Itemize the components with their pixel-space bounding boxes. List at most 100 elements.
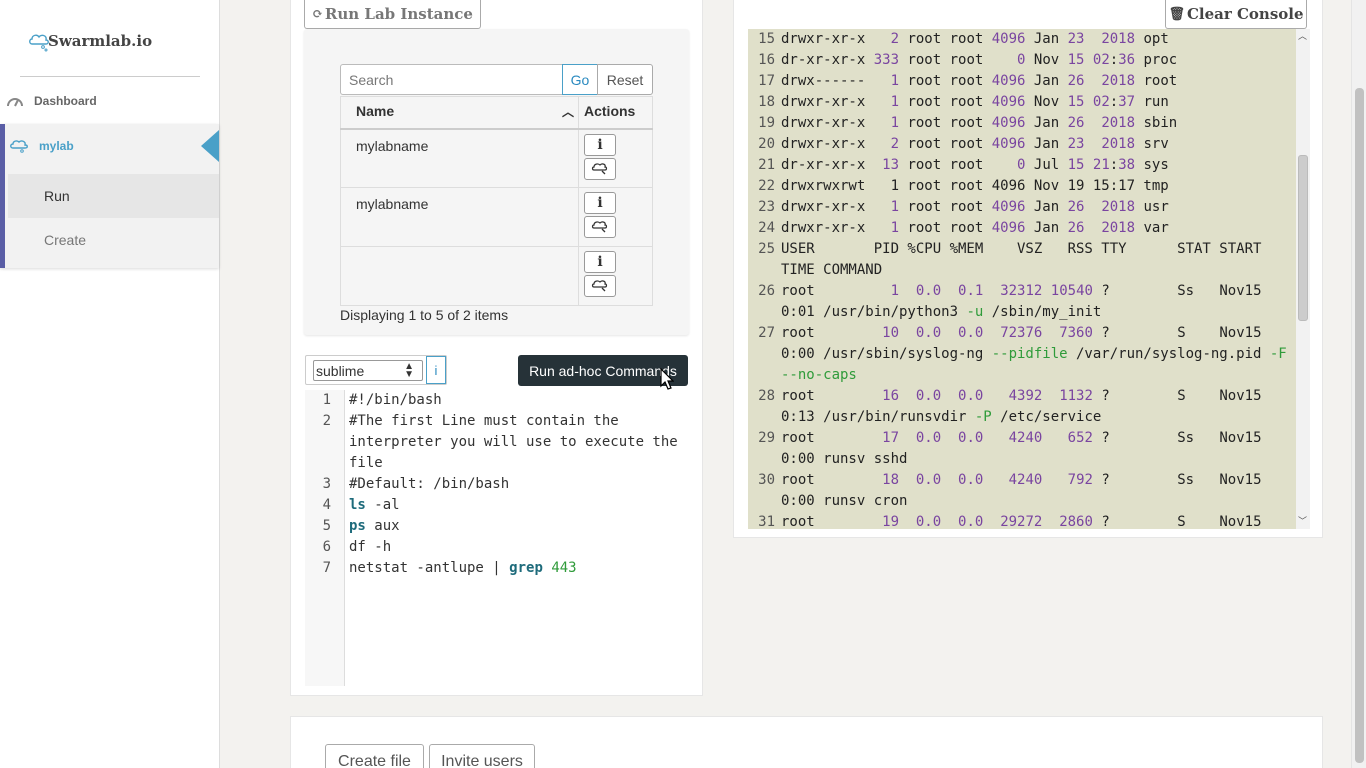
info-button[interactable]: i — [584, 133, 616, 156]
scrollbar-thumb[interactable] — [1355, 88, 1364, 763]
console-line-number: 24 — [758, 220, 775, 236]
console-line-number: 31 — [758, 514, 775, 529]
console-line: 16 dr-xr-xr-x 333 root root 0 Nov 15 02:3… — [748, 50, 1296, 71]
editor-info-button[interactable]: i — [426, 356, 446, 384]
console-line: 26 root 1 0.0 0.1 32312 10540 ? Ss Nov15 — [748, 281, 1296, 302]
console-line: TIME COMMAND — [748, 260, 1296, 281]
clear-console-button[interactable]: 🗑 Clear Console — [1165, 0, 1307, 29]
code-editor[interactable]: 1 #!/bin/bash 2 #The first Line must con… — [305, 390, 688, 686]
console-line: 0:13 /usr/bin/runsvdir -P /etc/service — [748, 407, 1296, 428]
search-input[interactable] — [340, 64, 563, 95]
console-line-text: drwxr-xr-x 2 root root 4096 Jan 23 2018 … — [781, 31, 1169, 47]
console-line: 20 drwxr-xr-x 2 root root 4096 Jan 23 201… — [748, 134, 1296, 155]
instance-name-cell — [340, 246, 579, 306]
sidebar-item-create[interactable]: Create — [8, 218, 219, 262]
console-line-number: 29 — [758, 430, 775, 446]
console-line: 0:00 runsv cron — [748, 491, 1296, 512]
go-button[interactable]: Go — [562, 64, 598, 95]
cloud-icon — [10, 140, 28, 153]
console-line-text: dr-xr-xr-x 333 root root 0 Nov 15 02:36 … — [781, 52, 1178, 68]
console-line-text: drwxr-xr-x 2 root root 4096 Jan 23 2018 … — [781, 136, 1169, 152]
dashboard-icon — [7, 98, 23, 107]
column-header-actions: Actions — [578, 96, 653, 130]
code-text: ls -al — [349, 497, 400, 513]
connect-button[interactable] — [584, 275, 616, 297]
line-number: 4 — [322, 497, 331, 513]
clear-console-label: Clear Console — [1186, 5, 1304, 23]
console-line-number: 27 — [758, 325, 775, 341]
run-lab-instance-button[interactable]: ⟳ Run Lab Instance — [304, 0, 481, 29]
sidebar-item-run[interactable]: Run — [8, 174, 219, 218]
info-button[interactable]: i — [584, 251, 616, 273]
logo-text: Swarmlab.io — [48, 32, 153, 50]
code-text: netstat -antlupe | grep 443 — [349, 560, 577, 576]
console-line-text: drwxr-xr-x 1 root root 4096 Jan 26 2018 … — [781, 199, 1169, 215]
page-scrollbar[interactable] — [1351, 0, 1366, 768]
console-line-number: 21 — [758, 157, 775, 173]
console-line-number: 18 — [758, 94, 775, 110]
scrollbar-thumb[interactable] — [1298, 155, 1308, 321]
console-line: --no-caps — [748, 365, 1296, 386]
cloud-search-icon — [591, 280, 608, 292]
active-caret-icon — [201, 130, 219, 162]
invite-users-button[interactable]: Invite users — [429, 744, 535, 768]
console-line-text: 0:13 /usr/bin/runsvdir -P /etc/service — [781, 409, 1102, 425]
table-row: mylabname i — [340, 128, 653, 188]
console-line: 19 drwxr-xr-x 1 root root 4096 Jan 26 201… — [748, 113, 1296, 134]
console-line: 0:00 runsv sshd — [748, 449, 1296, 470]
console-line: 21 dr-xr-xr-x 13 root root 0 Jul 15 21:38… — [748, 155, 1296, 176]
code-text: df -h — [349, 539, 392, 555]
console-line-number: 19 — [758, 115, 775, 131]
console-line-number: 30 — [758, 472, 775, 488]
sort-ascending-icon[interactable]: ︿ — [562, 103, 574, 120]
console-line-text: root 16 0.0 0.0 4392 1132 ? S Nov15 — [781, 388, 1262, 404]
console-line-text: root 17 0.0 0.0 4240 652 ? Ss Nov15 — [781, 430, 1262, 446]
scroll-up-icon[interactable]: ︿ — [1298, 29, 1307, 42]
console-line-text: root 1 0.0 0.1 32312 10540 ? Ss Nov15 — [781, 283, 1262, 299]
console-line: 30 root 18 0.0 0.0 4240 792 ? Ss Nov15 — [748, 470, 1296, 491]
console-line-text: 0:00 runsv sshd — [781, 451, 908, 467]
logo[interactable]: Swarmlab.io — [28, 22, 152, 52]
console-line-number: 22 — [758, 178, 775, 194]
console-line: 22 drwxrwxrwt 1 root root 4096 Nov 19 15:… — [748, 176, 1296, 197]
select-arrows-icon: ▲ ▼ — [404, 361, 414, 380]
console-line-text: TIME COMMAND — [781, 262, 883, 278]
sidebar-group-mylab: mylab Run Create — [0, 124, 219, 268]
console-line-number: 25 — [758, 241, 775, 257]
console-scrollbar[interactable]: ︿ ﹀ — [1296, 29, 1310, 529]
column-header-name[interactable]: Name ︿ — [340, 96, 579, 130]
console-line: 23 drwxr-xr-x 1 root root 4096 Jan 26 201… — [748, 197, 1296, 218]
console-line-text: USER PID %CPU %MEM VSZ RSS TTY STAT STAR… — [781, 241, 1262, 257]
console-output[interactable]: 15 drwxr-xr-x 2 root root 4096 Jan 23 201… — [748, 29, 1296, 529]
create-file-button[interactable]: Create file — [325, 744, 424, 768]
line-number: 2 — [322, 413, 331, 429]
code-text: #Default: /bin/bash — [349, 476, 510, 492]
console-line: 29 root 17 0.0 0.0 4240 652 ? Ss Nov15 — [748, 428, 1296, 449]
console-line: 18 drwxr-xr-x 1 root root 4096 Nov 15 02:… — [748, 92, 1296, 113]
trash-icon: 🗑 — [1168, 6, 1185, 22]
connect-button[interactable] — [584, 216, 616, 238]
line-number: 7 — [322, 560, 331, 576]
actions-cell: i — [578, 128, 653, 188]
line-number: 3 — [322, 476, 331, 492]
actions-cell: i — [578, 187, 653, 247]
editor-theme-select[interactable]: sublime ▲ ▼ — [313, 360, 423, 381]
console-line: 25 USER PID %CPU %MEM VSZ RSS TTY STAT ST… — [748, 239, 1296, 260]
actions-cell: i — [578, 246, 653, 306]
console-line-text: root 10 0.0 0.0 72376 7360 ? S Nov15 — [781, 325, 1262, 341]
console-line: 27 root 10 0.0 0.0 72376 7360 ? S Nov15 — [748, 323, 1296, 344]
sidebar-item-dashboard[interactable]: Dashboard — [0, 90, 219, 112]
info-button[interactable]: i — [584, 192, 616, 214]
console-line-text: drwx------ 1 root root 4096 Jan 26 2018 … — [781, 73, 1178, 89]
cloud-search-icon — [591, 221, 608, 233]
console-line-number: 17 — [758, 73, 775, 89]
instance-name-cell: mylabname — [340, 187, 579, 247]
console-line-text: drwxr-xr-x 1 root root 4096 Jan 26 2018 … — [781, 220, 1169, 236]
scroll-down-icon[interactable]: ﹀ — [1298, 514, 1307, 527]
sidebar-item-mylab[interactable]: mylab — [5, 124, 219, 168]
connect-button[interactable] — [584, 157, 616, 180]
console-line-text: 0:01 /usr/bin/python3 -u /sbin/my_init — [781, 304, 1102, 320]
console-line-text: root 19 0.0 0.0 29272 2860 ? S Nov15 — [781, 514, 1262, 529]
reset-button[interactable]: Reset — [597, 64, 653, 95]
run-lab-instance-label: Run Lab Instance — [324, 5, 473, 23]
